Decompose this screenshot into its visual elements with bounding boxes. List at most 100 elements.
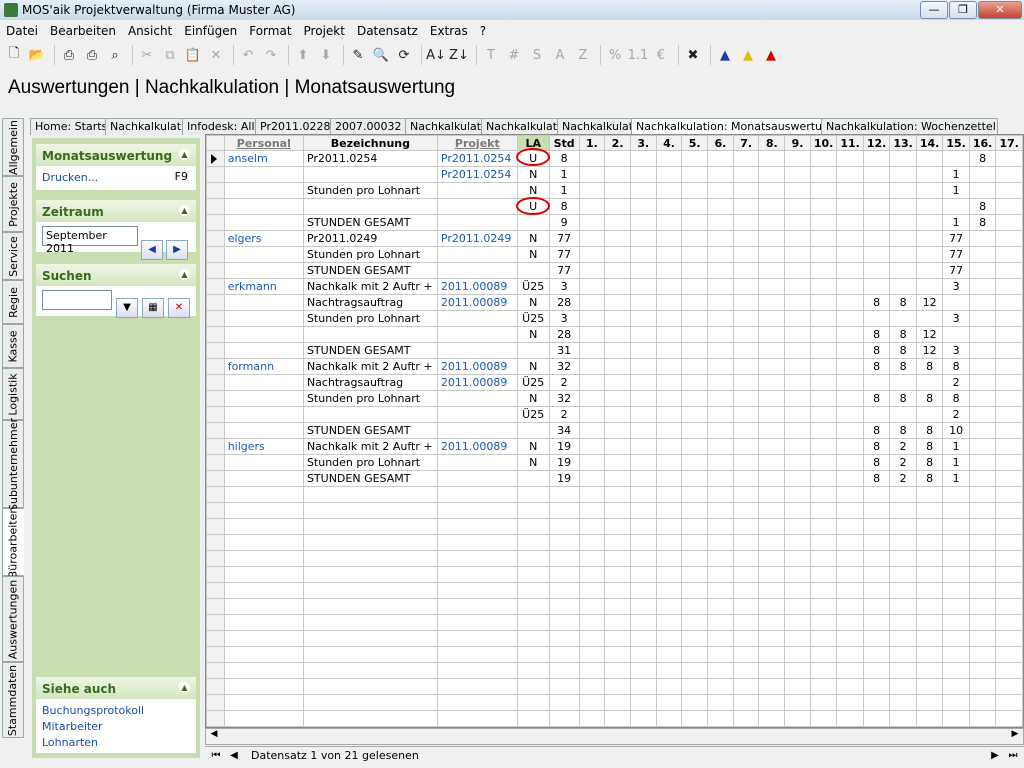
menu-item[interactable]: ?: [474, 24, 492, 38]
scroll-left-icon[interactable]: ◀: [206, 729, 222, 744]
format-s-icon[interactable]: S: [527, 45, 547, 65]
row-selector[interactable]: [206, 166, 225, 183]
cell-day[interactable]: [629, 406, 657, 423]
cell-day[interactable]: [995, 294, 1023, 311]
empty-cell[interactable]: [836, 486, 864, 503]
empty-cell[interactable]: [862, 646, 891, 663]
cell-day[interactable]: [578, 406, 606, 423]
cell-day[interactable]: [942, 150, 970, 167]
column-header[interactable]: 17.: [995, 135, 1023, 151]
empty-cell[interactable]: [578, 502, 606, 519]
empty-cell[interactable]: [681, 518, 709, 535]
cell-day[interactable]: [809, 278, 838, 295]
empty-cell[interactable]: [629, 630, 657, 647]
redo-icon[interactable]: ↷: [261, 45, 281, 65]
empty-cell[interactable]: [836, 502, 864, 519]
empty-cell[interactable]: [889, 710, 917, 727]
empty-cell[interactable]: [732, 694, 760, 711]
empty-cell[interactable]: [758, 502, 786, 519]
cell-day[interactable]: [707, 422, 734, 439]
empty-cell[interactable]: [302, 678, 438, 695]
cell-std[interactable]: 77: [548, 230, 580, 247]
cell-day[interactable]: 8: [862, 326, 891, 343]
empty-cell[interactable]: [681, 614, 709, 631]
cell-day[interactable]: 8: [862, 438, 891, 455]
cell-day[interactable]: 3: [942, 278, 970, 295]
empty-cell[interactable]: [604, 518, 631, 535]
cell-day[interactable]: 8: [862, 422, 891, 439]
cell-personal[interactable]: [223, 390, 304, 407]
column-header[interactable]: Personal: [223, 135, 304, 151]
cell-day[interactable]: 2: [889, 438, 917, 455]
cell-day[interactable]: [836, 166, 864, 183]
cell-day[interactable]: [995, 358, 1023, 375]
cell-day[interactable]: [681, 198, 709, 215]
period-input[interactable]: September 2011: [42, 226, 138, 255]
cell-day[interactable]: [655, 470, 683, 487]
cell-day[interactable]: [629, 278, 657, 295]
table-row[interactable]: STUNDEN GESAMT 34 8 8 8 10: [206, 422, 1023, 439]
table-row[interactable]: [206, 502, 1023, 519]
currency-icon[interactable]: €: [651, 45, 671, 65]
cell-std[interactable]: 9: [548, 214, 580, 231]
puzzle-blue-icon[interactable]: ▲: [715, 45, 735, 65]
empty-cell[interactable]: [302, 502, 438, 519]
cell-day[interactable]: [889, 230, 917, 247]
side-tab[interactable]: Stammdaten: [2, 662, 24, 738]
empty-cell[interactable]: [889, 502, 917, 519]
empty-cell[interactable]: [968, 502, 997, 519]
row-selector[interactable]: [206, 534, 225, 551]
empty-cell[interactable]: [548, 614, 580, 631]
cell-projekt[interactable]: 2011.00089: [436, 278, 518, 295]
empty-cell[interactable]: [784, 502, 811, 519]
empty-cell[interactable]: [302, 534, 438, 551]
empty-cell[interactable]: [915, 518, 944, 535]
cell-personal[interactable]: [223, 422, 304, 439]
cell-day[interactable]: [758, 310, 786, 327]
empty-cell[interactable]: [889, 534, 917, 551]
cell-day[interactable]: [889, 262, 917, 279]
empty-cell[interactable]: [655, 582, 683, 599]
cell-day[interactable]: [809, 166, 838, 183]
empty-cell[interactable]: [516, 502, 550, 519]
empty-cell[interactable]: [548, 598, 580, 615]
empty-cell[interactable]: [995, 502, 1023, 519]
row-selector[interactable]: [206, 550, 225, 567]
empty-cell[interactable]: [223, 550, 304, 567]
column-header[interactable]: Bezeichnung: [302, 135, 438, 151]
empty-cell[interactable]: [604, 662, 631, 679]
cell-day[interactable]: 8: [889, 326, 917, 343]
cell-day[interactable]: [758, 406, 786, 423]
column-header[interactable]: 9.: [784, 135, 811, 151]
empty-cell[interactable]: [995, 646, 1023, 663]
table-row[interactable]: Nachtragsauftrag 2011.00089 Ü25 2 2: [206, 374, 1023, 391]
cell-personal[interactable]: [223, 406, 304, 423]
empty-cell[interactable]: [732, 518, 760, 535]
table-row[interactable]: STUNDEN GESAMT 77 77: [206, 262, 1023, 279]
column-header[interactable]: 2.: [604, 135, 631, 151]
cell-day[interactable]: 8: [915, 358, 944, 375]
cell-day[interactable]: [758, 422, 786, 439]
cell-day[interactable]: [915, 262, 944, 279]
cell-la[interactable]: [516, 214, 550, 231]
cell-day[interactable]: 8: [862, 358, 891, 375]
cell-day[interactable]: 12: [915, 326, 944, 343]
cell-day[interactable]: [758, 246, 786, 263]
cell-day[interactable]: [732, 230, 760, 247]
empty-cell[interactable]: [578, 662, 606, 679]
empty-cell[interactable]: [681, 678, 709, 695]
cell-day[interactable]: [915, 198, 944, 215]
cell-day[interactable]: [732, 342, 760, 359]
cell-personal[interactable]: [223, 454, 304, 471]
cell-day[interactable]: [604, 406, 631, 423]
empty-cell[interactable]: [516, 694, 550, 711]
cell-day[interactable]: [968, 278, 997, 295]
empty-cell[interactable]: [732, 710, 760, 727]
format-t-icon[interactable]: T: [481, 45, 501, 65]
cell-la[interactable]: N: [516, 390, 550, 407]
empty-cell[interactable]: [302, 566, 438, 583]
cell-day[interactable]: [707, 342, 734, 359]
empty-cell[interactable]: [968, 678, 997, 695]
cell-day[interactable]: [732, 278, 760, 295]
cell-day[interactable]: 77: [942, 230, 970, 247]
